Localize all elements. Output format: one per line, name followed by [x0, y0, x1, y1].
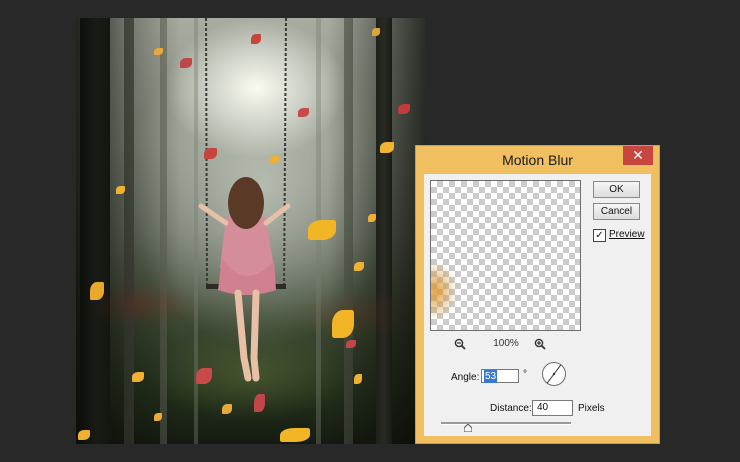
angle-dial[interactable]: [541, 361, 567, 387]
angle-row: Angle: 53 °: [424, 361, 651, 394]
falling-leaf: [254, 394, 265, 412]
falling-leaf: [204, 148, 217, 159]
slider-track: [441, 422, 571, 425]
preview-label: Preview: [609, 229, 645, 240]
falling-leaf: [132, 372, 144, 382]
close-icon: ✕: [632, 147, 644, 163]
falling-leaf: [116, 186, 125, 194]
preview-checkbox[interactable]: ✓: [593, 229, 606, 242]
falling-leaf: [298, 108, 309, 117]
zoom-in-icon[interactable]: [534, 338, 546, 350]
distance-slider[interactable]: [441, 421, 571, 433]
zoom-out-icon[interactable]: [454, 338, 466, 350]
falling-leaf: [368, 214, 376, 222]
falling-leaf: [398, 104, 410, 114]
falling-leaf: [332, 310, 354, 338]
falling-leaf: [222, 404, 232, 414]
checkmark-icon: ✓: [595, 230, 604, 241]
distance-label: Distance:: [490, 403, 532, 414]
angle-label: Angle:: [451, 372, 480, 383]
dialog-titlebar[interactable]: Motion Blur ✕: [416, 146, 659, 174]
falling-leaf: [90, 282, 104, 300]
falling-leaf: [308, 220, 336, 240]
swing-figure: [198, 18, 291, 382]
motion-blur-dialog: Motion Blur ✕ 100% OK Cancel ✓ Preview A…: [415, 145, 660, 444]
slider-thumb[interactable]: [464, 424, 472, 432]
dialog-body: 100% OK Cancel ✓ Preview Angle: 53 ° Dis…: [424, 174, 651, 436]
degree-symbol: °: [523, 369, 527, 380]
falling-leaf: [78, 430, 90, 440]
zoom-level: 100%: [493, 338, 519, 349]
distance-input[interactable]: 40: [532, 400, 573, 416]
filter-preview[interactable]: [430, 180, 581, 331]
ok-button[interactable]: OK: [593, 181, 640, 198]
falling-leaf: [380, 142, 394, 153]
falling-leaf: [180, 58, 192, 68]
falling-leaf: [280, 428, 310, 442]
angle-input[interactable]: 53: [481, 369, 519, 383]
falling-leaf: [251, 34, 261, 44]
close-button[interactable]: ✕: [623, 146, 653, 165]
preview-blur-content: [431, 261, 471, 317]
pixels-unit-label: Pixels: [578, 403, 605, 414]
distance-row: Distance: 40 Pixels: [424, 400, 651, 418]
cancel-button[interactable]: Cancel: [593, 203, 640, 220]
angle-value: 53: [484, 370, 498, 383]
falling-leaf: [196, 368, 212, 384]
falling-leaf: [346, 340, 356, 348]
falling-leaf: [154, 413, 162, 421]
falling-leaf: [154, 48, 163, 55]
falling-leaf: [354, 262, 364, 271]
falling-leaf: [372, 28, 380, 36]
falling-leaf: [354, 374, 362, 384]
zoom-controls: 100%: [430, 336, 581, 352]
canvas-image[interactable]: [76, 18, 426, 444]
falling-leaf: [270, 156, 279, 163]
